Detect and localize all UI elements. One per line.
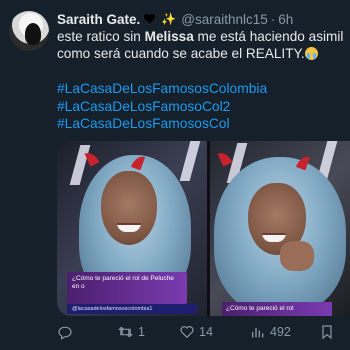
hashtags: #LaCasaDeLosFamososColombia #LaCasaDeLos…	[57, 80, 267, 133]
tweet-text: este ratico sin Melissa me está haciendo…	[57, 28, 350, 62]
devil-horn	[217, 149, 233, 167]
hashtag-link[interactable]: #LaCasaDeLosFamosoCol2	[57, 98, 267, 116]
retweet-icon	[118, 326, 133, 338]
media-image-1[interactable]: ¿Cómo te pareció el rol de Peluche en o …	[57, 141, 207, 316]
media-grid: ¿Cómo te pareció el rol de Peluche en o …	[57, 141, 350, 316]
retweet-count: 1	[138, 325, 145, 339]
separator-dot: ·	[270, 11, 276, 27]
like-count: 14	[199, 325, 213, 339]
tweet[interactable]: Saraith Gate. ✨ @saraithnlc15 · 6h este …	[0, 0, 350, 350]
reply-icon	[58, 326, 72, 340]
hashtag-link[interactable]: #LaCasaDeLosFamososColombia	[57, 80, 267, 98]
author-name[interactable]: Saraith Gate.	[57, 12, 140, 27]
studio-light	[69, 145, 91, 185]
author-handle[interactable]: @saraithnlc15	[181, 12, 268, 27]
heart-icon	[180, 326, 194, 339]
avatar[interactable]	[9, 11, 49, 51]
text-bold: Melissa	[144, 29, 194, 44]
black-heart-icon	[143, 13, 157, 25]
caption-text: ¿Cómo te pareció el rol de Peluche en o	[72, 275, 174, 290]
studio-light	[179, 141, 201, 181]
retweet-button[interactable]: 1	[117, 322, 145, 342]
reply-button[interactable]	[57, 322, 77, 342]
sparkles-icon: ✨	[161, 12, 177, 26]
caption-handle: @lacasadelosfamososcolombia1	[67, 304, 197, 314]
tweet-header: Saraith Gate. ✨ @saraithnlc15 · 6h	[57, 10, 293, 28]
bookmark-button[interactable]	[320, 322, 334, 342]
crying-face-icon	[304, 47, 318, 60]
text-line-2: como será cuando se acabe el REALITY.	[57, 46, 305, 61]
views-count: 492	[270, 325, 291, 339]
devil-horn	[84, 149, 100, 167]
face	[101, 171, 157, 245]
views-icon	[252, 328, 264, 338]
hashtag-link[interactable]: #LaCasaDeLosFamososCol	[57, 115, 267, 133]
like-button[interactable]: 14	[179, 322, 213, 342]
hand	[280, 241, 314, 271]
views-button[interactable]: 492	[250, 322, 291, 342]
tweet-actions: 1 14 492	[57, 322, 350, 342]
tv-caption: ¿Cómo te pareció el rol de Peluche en o …	[67, 272, 197, 314]
bookmark-icon	[322, 325, 332, 340]
media-image-2[interactable]: ¿Cómo te pareció el rol	[210, 141, 350, 316]
timestamp[interactable]: 6h	[278, 12, 293, 27]
text-part: este ratico sin	[57, 29, 145, 44]
text-part: me está haciendo asimil	[193, 29, 344, 44]
tv-caption: ¿Cómo te pareció el rol	[222, 302, 332, 316]
